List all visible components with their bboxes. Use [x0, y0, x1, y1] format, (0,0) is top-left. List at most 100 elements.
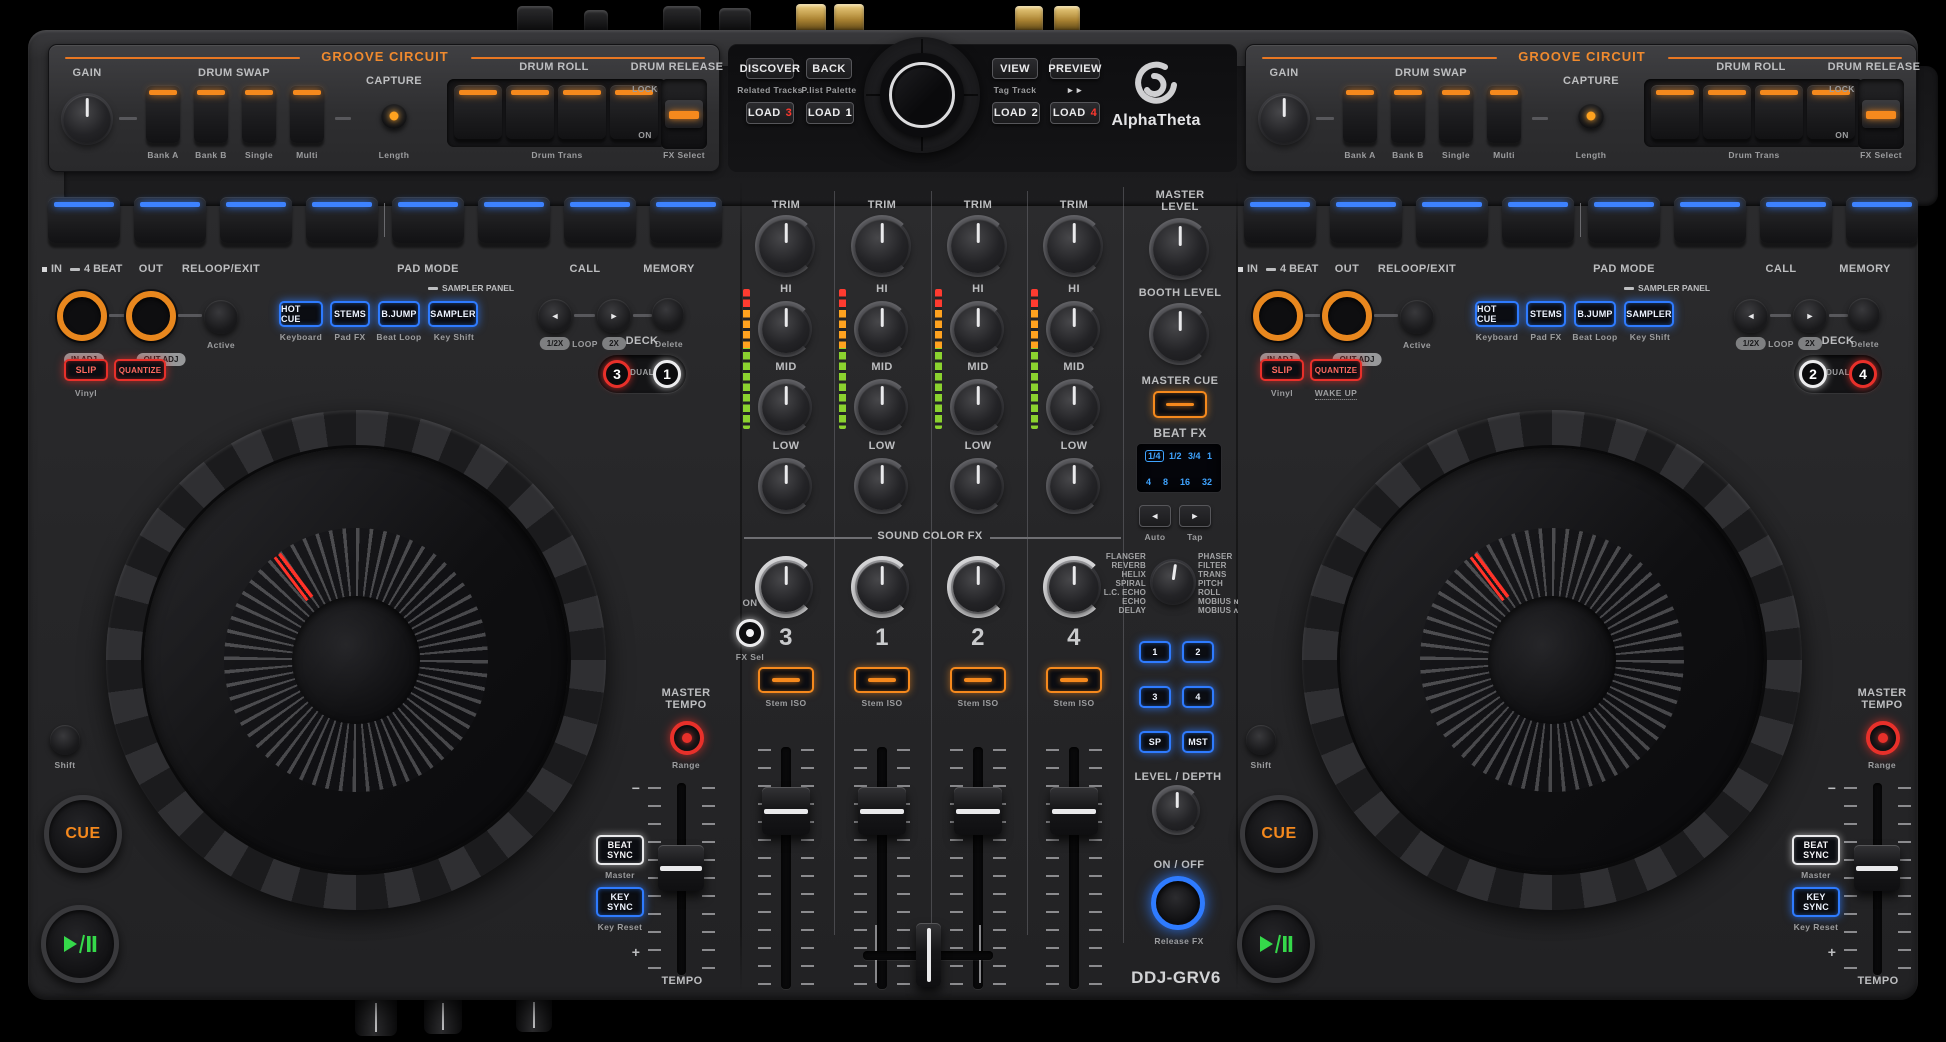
beat-jump-mode-button[interactable]: B.JUMP — [378, 301, 420, 327]
beat-fx-select-knob[interactable] — [1152, 561, 1194, 603]
back-button[interactable]: BACK — [806, 58, 852, 79]
jog-wheel[interactable] — [106, 410, 606, 910]
view-button[interactable]: VIEW — [992, 58, 1038, 79]
capture-button[interactable] — [1578, 103, 1604, 129]
beat-forward-button[interactable]: ► — [1179, 505, 1211, 527]
fx-assign-4-button[interactable]: 4 — [1182, 686, 1214, 708]
mid-knob[interactable] — [954, 383, 1002, 431]
call-forward-button[interactable]: ► — [1793, 299, 1827, 333]
performance-pad[interactable] — [220, 197, 292, 243]
cue-button[interactable]: CUE — [1240, 795, 1318, 873]
drum-roll-button-2[interactable] — [506, 85, 554, 139]
performance-pad[interactable] — [306, 197, 378, 243]
performance-pad[interactable] — [1330, 197, 1402, 243]
master-tempo-button[interactable] — [670, 721, 704, 755]
mid-knob[interactable] — [1050, 383, 1098, 431]
stems-mode-button[interactable]: STEMS — [1526, 301, 1566, 327]
drum-swap-single-button[interactable] — [1439, 85, 1473, 143]
performance-pad[interactable] — [564, 197, 636, 243]
browse-encoder[interactable] — [880, 53, 964, 137]
gain-knob[interactable] — [1260, 95, 1308, 143]
stems-mode-button[interactable]: STEMS — [330, 301, 370, 327]
tempo-fader-cap[interactable] — [658, 845, 704, 891]
load-3-button[interactable]: LOAD 3 — [746, 102, 794, 124]
drum-swap-bank-a-button[interactable] — [1343, 85, 1377, 143]
memory-button[interactable] — [652, 298, 684, 330]
slip-button[interactable]: SLIP — [1260, 359, 1304, 381]
performance-pad[interactable] — [1416, 197, 1488, 243]
drum-swap-single-button[interactable] — [242, 85, 276, 143]
sampler-mode-button[interactable]: SAMPLER — [428, 301, 478, 327]
load-4-button[interactable]: LOAD 4 — [1050, 102, 1100, 124]
performance-pad[interactable] — [650, 197, 722, 243]
shift-button[interactable] — [50, 725, 80, 755]
drum-roll-button-1[interactable] — [454, 85, 502, 139]
trim-knob[interactable] — [855, 219, 909, 273]
low-knob[interactable] — [954, 462, 1002, 510]
crossfader-cap[interactable] — [916, 923, 941, 987]
key-sync-button[interactable]: KEY SYNC — [596, 887, 644, 917]
trim-knob[interactable] — [1047, 219, 1101, 273]
deck-number-1[interactable]: 1 — [653, 360, 681, 388]
stem-iso-button[interactable] — [758, 667, 814, 693]
shift-button[interactable] — [1246, 725, 1276, 755]
trim-knob[interactable] — [951, 219, 1005, 273]
drum-swap-bank-b-button[interactable] — [1391, 85, 1425, 143]
performance-pad[interactable] — [478, 197, 550, 243]
performance-pad[interactable] — [1674, 197, 1746, 243]
call-back-button[interactable]: ◄ — [1734, 299, 1768, 333]
performance-pad[interactable] — [48, 197, 120, 243]
fx-assign-3-button[interactable]: 3 — [1139, 686, 1171, 708]
performance-pad[interactable] — [1846, 197, 1918, 243]
performance-pad[interactable] — [1502, 197, 1574, 243]
drum-roll-button-2[interactable] — [1703, 85, 1751, 139]
mid-knob[interactable] — [858, 383, 906, 431]
channel-fader-cap[interactable] — [1050, 787, 1098, 835]
performance-pad[interactable] — [1760, 197, 1832, 243]
drum-swap-bank-b-button[interactable] — [194, 85, 228, 143]
rear-knob[interactable] — [584, 10, 608, 32]
fx-sel-button[interactable] — [736, 619, 764, 647]
fx-assign-sp-button[interactable]: SP — [1139, 731, 1171, 753]
color-fx-knob[interactable] — [761, 562, 811, 612]
master-level-knob[interactable] — [1153, 222, 1207, 276]
mid-knob[interactable] — [762, 383, 810, 431]
master-cue-button[interactable] — [1153, 391, 1207, 418]
booth-level-knob[interactable] — [1153, 307, 1207, 361]
quantize-button[interactable]: QUANTIZE — [1310, 359, 1362, 381]
reloop-exit-button[interactable] — [204, 300, 238, 334]
load-2-button[interactable]: LOAD 2 — [992, 102, 1040, 124]
hot-cue-mode-button[interactable]: HOT CUE — [1475, 301, 1519, 327]
loop-in-knob[interactable] — [1253, 291, 1303, 341]
deck-number-4[interactable]: 4 — [1849, 360, 1877, 388]
trim-knob[interactable] — [759, 219, 813, 273]
discover-button[interactable]: DISCOVER — [740, 58, 800, 79]
reloop-exit-button[interactable] — [1400, 300, 1434, 334]
loop-in-knob[interactable] — [57, 291, 107, 341]
stem-iso-button[interactable] — [1046, 667, 1102, 693]
sampler-mode-button[interactable]: SAMPLER — [1624, 301, 1674, 327]
channel-fader-cap[interactable] — [858, 787, 906, 835]
drum-swap-multi-button[interactable] — [1487, 85, 1521, 143]
jog-wheel[interactable] — [1302, 410, 1802, 910]
call-back-button[interactable]: ◄ — [538, 299, 572, 333]
quantize-button[interactable]: QUANTIZE — [114, 359, 166, 381]
drum-roll-button-1[interactable] — [1651, 85, 1699, 139]
front-level-knob[interactable] — [516, 996, 552, 1032]
drum-release-switch[interactable] — [1858, 79, 1904, 149]
gain-knob[interactable] — [63, 95, 111, 143]
stem-iso-button[interactable] — [950, 667, 1006, 693]
channel-fader-cap[interactable] — [762, 787, 810, 835]
low-knob[interactable] — [858, 462, 906, 510]
loop-out-knob[interactable] — [126, 291, 176, 341]
low-knob[interactable] — [1050, 462, 1098, 510]
play-pause-button[interactable] — [41, 905, 119, 983]
channel-fader-track[interactable] — [1069, 747, 1079, 989]
drum-swap-multi-button[interactable] — [290, 85, 324, 143]
loop-out-knob[interactable] — [1322, 291, 1372, 341]
performance-pad[interactable] — [1588, 197, 1660, 243]
performance-pad[interactable] — [1244, 197, 1316, 243]
deck-number-3[interactable]: 3 — [603, 360, 631, 388]
preview-button[interactable]: PREVIEW — [1048, 58, 1101, 79]
fx-assign-mst-button[interactable]: MST — [1182, 731, 1214, 753]
